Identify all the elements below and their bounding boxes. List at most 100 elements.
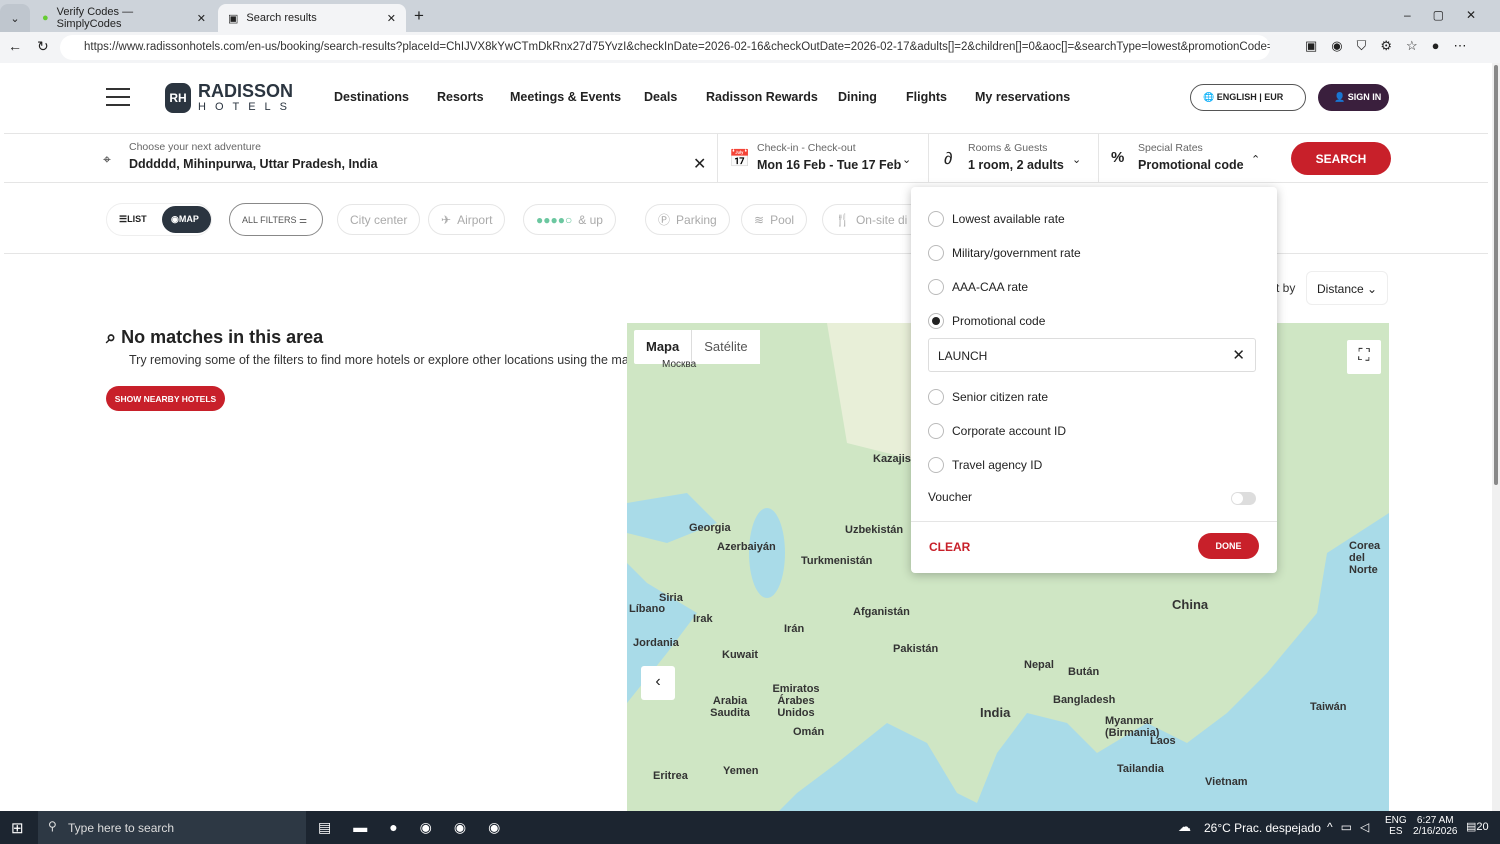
map-place-label: Corea del Norte bbox=[1349, 540, 1381, 576]
special-rates-field[interactable]: Special Rates Promotional code bbox=[1138, 142, 1244, 172]
map-place-label: Georgia bbox=[689, 522, 731, 534]
rate-option-lowest[interactable]: Lowest available rate bbox=[928, 211, 1065, 227]
logo-text[interactable]: RADISSON bbox=[198, 81, 293, 102]
close-tab-icon[interactable]: ✕ bbox=[197, 12, 206, 25]
nav-resorts[interactable]: Resorts bbox=[437, 90, 484, 104]
filter-airport[interactable]: ✈ Airport bbox=[428, 204, 506, 235]
map-place-label: Laos bbox=[1150, 735, 1176, 747]
clear-destination-icon[interactable]: ✕ bbox=[693, 154, 706, 174]
extension-icons[interactable]: ▣◉⛉⚙☆●⋯ bbox=[1305, 38, 1481, 54]
map-place-label: Omán bbox=[793, 726, 825, 738]
dates-field[interactable]: Check-in - Check-out Mon 16 Feb - Tue 17 … bbox=[757, 142, 901, 172]
taskbar: ⊞ ⚲ Type here to search ▤▬●◉◉◉ ☁ 26°C Pra… bbox=[0, 811, 1500, 844]
search-button[interactable]: SEARCH bbox=[1291, 142, 1391, 175]
tab-list-button[interactable]: ⌄ bbox=[0, 4, 30, 32]
logo-subtext: HOTELS bbox=[198, 101, 297, 113]
destination-field[interactable]: Choose your next adventure Dddddd, Mihinp… bbox=[129, 141, 378, 171]
location-pin-icon: ⌖ bbox=[103, 151, 111, 167]
map-place-label: Arabia Saudita bbox=[710, 695, 750, 719]
map-place-label: Azerbaiyán bbox=[717, 541, 776, 553]
promo-code-input[interactable]: LAUNCH ✕ bbox=[928, 338, 1256, 372]
url-input[interactable]: https://www.radissonhotels.com/en-us/boo… bbox=[60, 35, 1270, 60]
rooms-guests-field[interactable]: Rooms & Guests 1 room, 2 adults bbox=[968, 142, 1064, 172]
filter-pool[interactable]: ≋ Pool bbox=[741, 204, 808, 235]
nav-flights[interactable]: Flights bbox=[906, 90, 947, 104]
radio-button[interactable] bbox=[928, 389, 944, 405]
new-tab-button[interactable]: + bbox=[414, 6, 424, 26]
hamburger-menu-icon[interactable] bbox=[106, 88, 130, 106]
chevron-down-icon: ⌄ bbox=[1072, 154, 1082, 166]
percent-icon: % bbox=[1111, 149, 1125, 166]
nav-deals[interactable]: Deals bbox=[644, 90, 677, 104]
map-place-label: Nepal bbox=[1024, 659, 1054, 671]
view-toggle: ☰LIST ◉MAP bbox=[106, 203, 212, 236]
weather-icon: ☁ bbox=[1178, 819, 1191, 834]
filter-city-center[interactable]: City center bbox=[337, 204, 421, 235]
sort-select[interactable]: Distance ⌄ bbox=[1306, 271, 1388, 305]
rate-option-military[interactable]: Military/government rate bbox=[928, 245, 1081, 261]
rate-option-promotional[interactable]: Promotional code bbox=[928, 313, 1045, 329]
rate-option-aaa[interactable]: AAA-CAA rate bbox=[928, 279, 1028, 295]
map-place-label: Turkmenistán bbox=[801, 555, 873, 567]
all-filters-button[interactable]: ALL FILTERS ⚌ bbox=[229, 203, 323, 236]
filter-rating[interactable]: ●●●●○ & up bbox=[523, 204, 616, 235]
input-language[interactable]: ENG ES bbox=[1385, 815, 1407, 837]
map-place-label: Líbano bbox=[629, 603, 666, 615]
nav-dining[interactable]: Dining bbox=[838, 90, 877, 104]
windows-start-icon[interactable]: ⊞ bbox=[11, 819, 24, 837]
clear-promo-icon[interactable]: ✕ bbox=[1232, 346, 1245, 364]
rate-option-senior[interactable]: Senior citizen rate bbox=[928, 389, 1048, 405]
done-button[interactable]: DONE bbox=[1198, 533, 1259, 559]
map-place-label: Afganistán bbox=[853, 606, 910, 618]
radio-button[interactable] bbox=[928, 211, 944, 227]
scrollbar[interactable] bbox=[1492, 63, 1500, 811]
rate-option-corporate[interactable]: Corporate account ID bbox=[928, 423, 1066, 439]
sign-in-button[interactable]: 👤 SIGN IN bbox=[1318, 84, 1389, 111]
sort-label: t by bbox=[1276, 281, 1296, 295]
voucher-toggle[interactable] bbox=[1231, 492, 1256, 505]
map-place-label: Yemen bbox=[723, 765, 759, 777]
map-place-label: Kuwait bbox=[722, 649, 759, 661]
nav-my-reservations[interactable]: My reservations bbox=[975, 90, 1070, 104]
collapse-map-chevron-left-icon[interactable]: ‹ bbox=[641, 666, 675, 700]
back-icon[interactable]: ← bbox=[8, 38, 22, 54]
language-currency-button[interactable]: 🌐 ENGLISH | EUR bbox=[1190, 84, 1306, 111]
weather-text[interactable]: 26°C Prac. despejado bbox=[1204, 821, 1321, 835]
window-controls[interactable]: –▢✕ bbox=[1404, 8, 1498, 22]
taskbar-app-icons[interactable]: ▤▬●◉◉◉ bbox=[318, 819, 522, 836]
system-tray-icons[interactable]: ^▭◁ bbox=[1327, 820, 1377, 834]
rate-option-travel-agency[interactable]: Travel agency ID bbox=[928, 457, 1042, 473]
map-place-label: Taiwán bbox=[1310, 701, 1347, 713]
radio-button[interactable] bbox=[928, 457, 944, 473]
map-tab-satellite[interactable]: Satélite bbox=[692, 330, 760, 364]
special-rates-dropdown: Lowest available rate Military/governmen… bbox=[911, 187, 1277, 573]
map-place-label: Irak bbox=[693, 613, 713, 625]
clock[interactable]: 6:27 AM 2/16/2026 bbox=[1413, 815, 1458, 837]
map-place-label: Uzbekistán bbox=[845, 524, 904, 536]
nav-destinations[interactable]: Destinations bbox=[334, 90, 409, 104]
radio-button[interactable] bbox=[928, 245, 944, 261]
list-view-button[interactable]: ☰LIST bbox=[119, 214, 147, 225]
tab-verify-codes[interactable]: ● Verify Codes — SimplyCodes ✕ bbox=[32, 4, 216, 32]
notifications-icon[interactable]: ▤20 bbox=[1466, 820, 1489, 833]
show-nearby-hotels-button[interactable]: SHOW NEARBY HOTELS bbox=[106, 386, 225, 411]
taskbar-search-input[interactable]: ⚲ Type here to search bbox=[38, 811, 306, 844]
no-matches-heading: ⌕ No matches in this area bbox=[106, 327, 324, 347]
map-view-button[interactable]: ◉MAP bbox=[162, 206, 211, 233]
close-tab-icon[interactable]: ✕ bbox=[387, 12, 396, 25]
map-place-label: Jordania bbox=[633, 637, 679, 649]
radisson-logo-icon[interactable]: RH bbox=[165, 83, 191, 113]
nav-radisson-rewards[interactable]: Radisson Rewards bbox=[706, 90, 818, 104]
radio-button[interactable] bbox=[928, 279, 944, 295]
clear-button[interactable]: CLEAR bbox=[929, 540, 970, 554]
fullscreen-icon[interactable]: ⛶ bbox=[1347, 340, 1381, 374]
nav-meetings-events[interactable]: Meetings & Events bbox=[510, 90, 621, 104]
reload-icon[interactable]: ↻ bbox=[37, 38, 49, 55]
radio-button-selected[interactable] bbox=[928, 313, 944, 329]
filter-parking[interactable]: Ⓟ Parking bbox=[645, 204, 730, 235]
filter-onsite-dining[interactable]: 🍴 On-site di bbox=[822, 204, 920, 235]
tab-search-results[interactable]: ▣ Search results ✕ bbox=[218, 4, 406, 32]
guests-icon: ∂ bbox=[944, 149, 953, 168]
radio-button[interactable] bbox=[928, 423, 944, 439]
simplycodes-icon: ● bbox=[42, 12, 49, 24]
